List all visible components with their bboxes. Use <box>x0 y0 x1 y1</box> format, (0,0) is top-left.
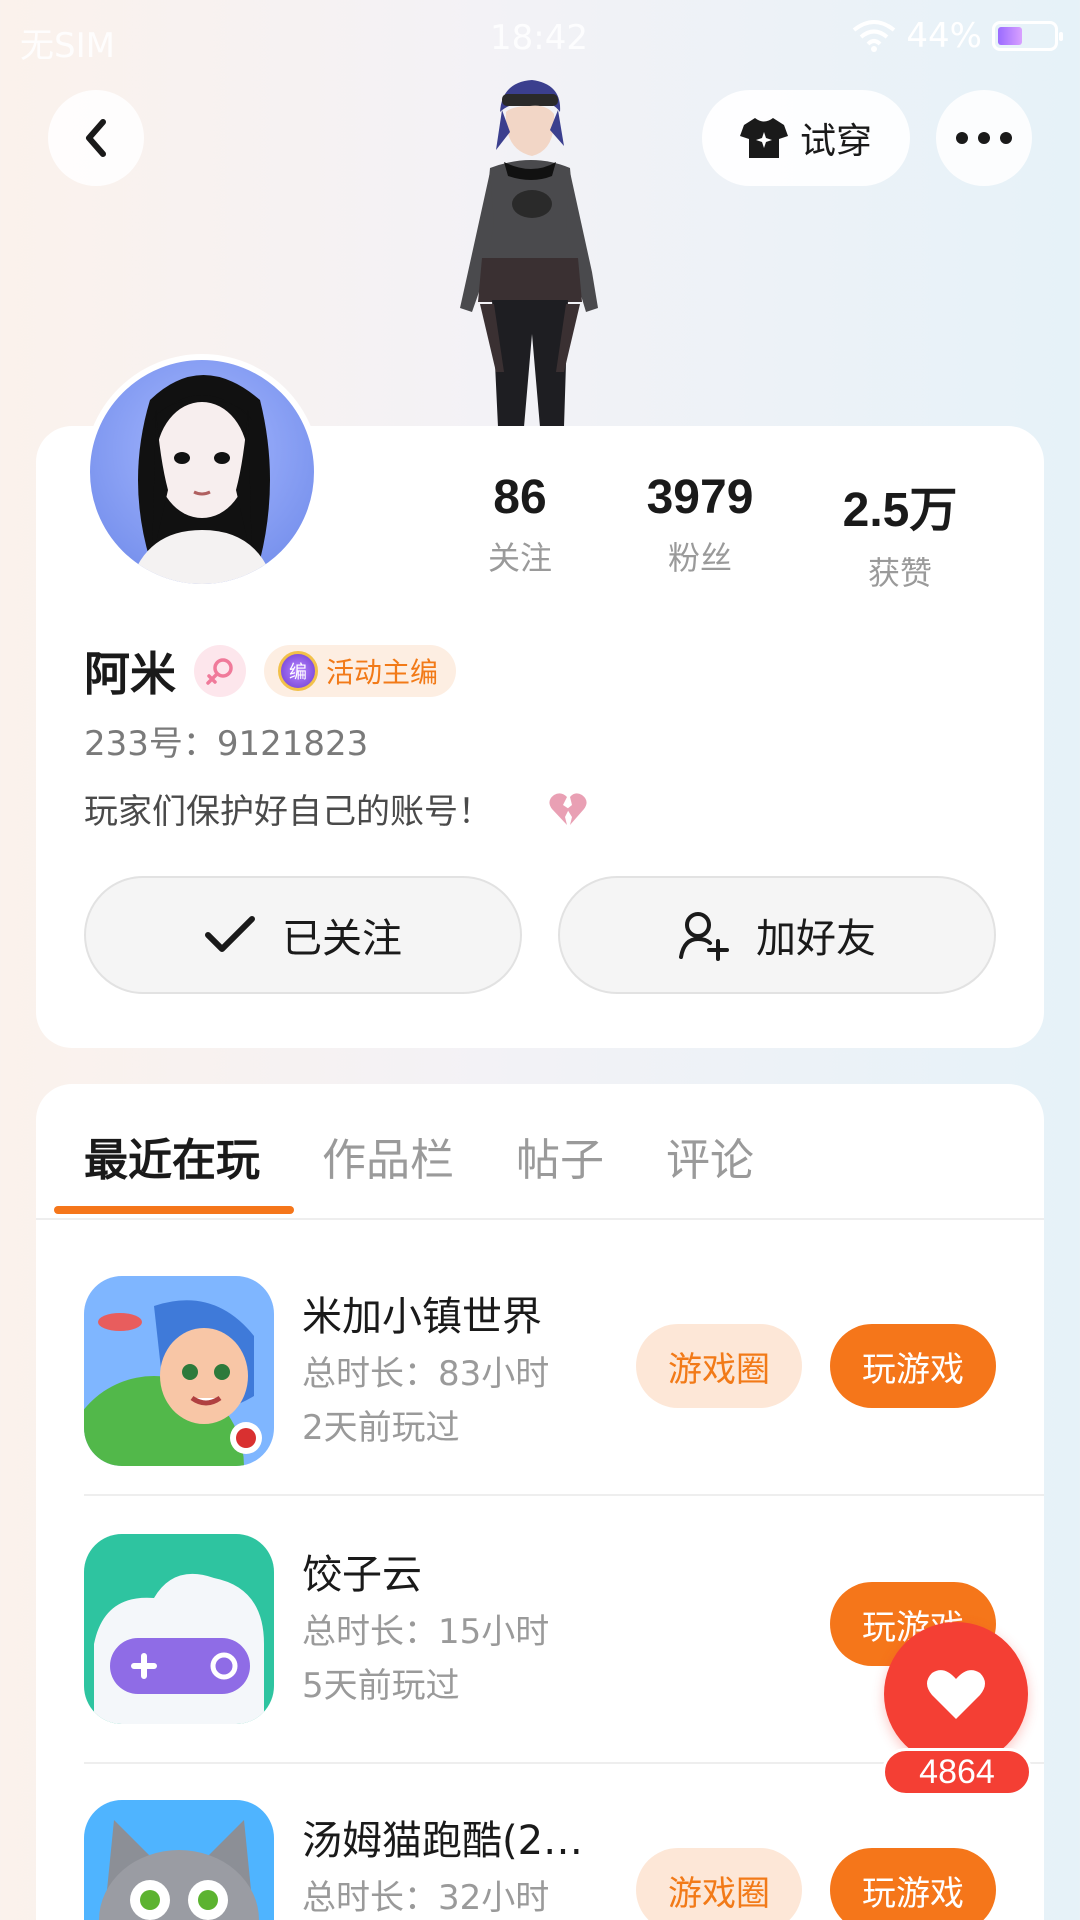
profile-stats: 86 关注 3979 粉丝 2.5万 获赞 <box>440 470 1020 594</box>
game-title: 米加小镇世界 <box>302 1294 542 1340</box>
role-badge[interactable]: 编 活动主编 <box>264 645 457 697</box>
tab-works[interactable]: 作品栏 <box>322 1124 454 1188</box>
list-item[interactable]: 米加小镇世界 总时长：83小时 2天前玩过 游戏圈 玩游戏 <box>84 1276 1044 1476</box>
like-count-badge: 4864 <box>882 1748 1032 1796</box>
stat-likes[interactable]: 2.5万 获赞 <box>800 470 1000 594</box>
status-indicators: 44% <box>852 16 1063 56</box>
stat-value: 86 <box>493 471 547 524</box>
add-friend-icon <box>679 912 729 961</box>
game-circle-button[interactable]: 游戏圈 <box>636 1848 802 1920</box>
tab-recently-played[interactable]: 最近在玩 <box>84 1124 260 1188</box>
back-button[interactable] <box>48 90 144 186</box>
game-circle-button[interactable]: 游戏圈 <box>636 1324 802 1408</box>
followed-button[interactable]: 已关注 <box>84 876 522 994</box>
game-last-played: 5天前玩过 <box>302 1666 460 1706</box>
stat-label: 获赞 <box>867 554 932 592</box>
stat-value: 3979 <box>646 471 754 524</box>
stat-followers[interactable]: 3979 粉丝 <box>600 470 800 594</box>
tab-posts[interactable]: 帖子 <box>516 1124 604 1188</box>
heart-icon <box>927 1670 985 1719</box>
stat-label: 粉丝 <box>667 539 732 577</box>
user-bio: 玩家们保护好自己的账号！ <box>84 784 588 833</box>
user-id: 233号：9121823 <box>84 724 369 764</box>
try-on-button[interactable]: 试穿 <box>702 90 910 186</box>
game-last-played: 2天前玩过 <box>302 1408 460 1448</box>
broken-heart-icon <box>549 792 587 825</box>
battery-percent: 44% <box>906 16 982 56</box>
avatar-character-image[interactable] <box>440 72 620 427</box>
list-item[interactable]: 汤姆猫跑酷(2… 总时长：32小时 游戏圈 玩游戏 <box>84 1800 1044 1920</box>
game-total-time: 总时长：32小时 <box>302 1878 550 1918</box>
tshirt-icon <box>739 118 788 158</box>
game-icon-miga-town[interactable] <box>84 1276 274 1466</box>
game-icon-jiaozi-cloud[interactable] <box>84 1534 274 1724</box>
profile-tabs: 最近在玩 作品栏 帖子 评论 <box>84 1124 754 1188</box>
checkmark-icon <box>205 916 255 952</box>
game-title: 汤姆猫跑酷(2… <box>302 1818 584 1864</box>
battery-icon <box>992 21 1063 51</box>
more-button[interactable] <box>936 90 1032 186</box>
game-total-time: 总时长：15小时 <box>302 1612 550 1652</box>
role-badge-label: 活动主编 <box>326 656 439 689</box>
name-row: 阿米 编 活动主编 <box>84 638 457 704</box>
bio-text: 玩家们保护好自己的账号！ <box>84 792 492 832</box>
more-dots-icon <box>956 132 1012 144</box>
female-icon <box>194 645 246 697</box>
divider <box>36 1218 1044 1220</box>
chevron-left-icon <box>86 119 106 157</box>
add-friend-button[interactable]: 加好友 <box>558 876 996 994</box>
stat-value: 2.5万 <box>842 484 958 537</box>
avatar-portrait-image <box>130 375 274 584</box>
game-total-time: 总时长：83小时 <box>302 1354 550 1394</box>
divider <box>84 1494 1044 1496</box>
game-icon-talking-tom[interactable] <box>84 1800 274 1920</box>
status-bar: 无SIM 18:42 44% <box>0 0 1080 76</box>
add-friend-label: 加好友 <box>756 916 876 962</box>
stat-label: 关注 <box>487 539 552 577</box>
try-on-label: 试穿 <box>799 121 872 162</box>
user-name: 阿米 <box>84 647 176 701</box>
like-button[interactable] <box>884 1622 1028 1766</box>
editor-badge-icon: 编 <box>278 651 318 691</box>
game-title: 饺子云 <box>302 1552 422 1598</box>
followed-label: 已关注 <box>282 916 402 962</box>
user-avatar[interactable] <box>84 354 320 590</box>
clock: 18:42 <box>490 18 588 58</box>
play-game-button[interactable]: 玩游戏 <box>830 1324 996 1408</box>
stat-following[interactable]: 86 关注 <box>440 470 600 594</box>
wifi-icon <box>853 20 896 52</box>
tab-comments[interactable]: 评论 <box>666 1124 754 1188</box>
active-tab-indicator <box>54 1206 294 1214</box>
play-game-button[interactable]: 玩游戏 <box>830 1848 996 1920</box>
carrier-label: 无SIM <box>20 26 115 66</box>
